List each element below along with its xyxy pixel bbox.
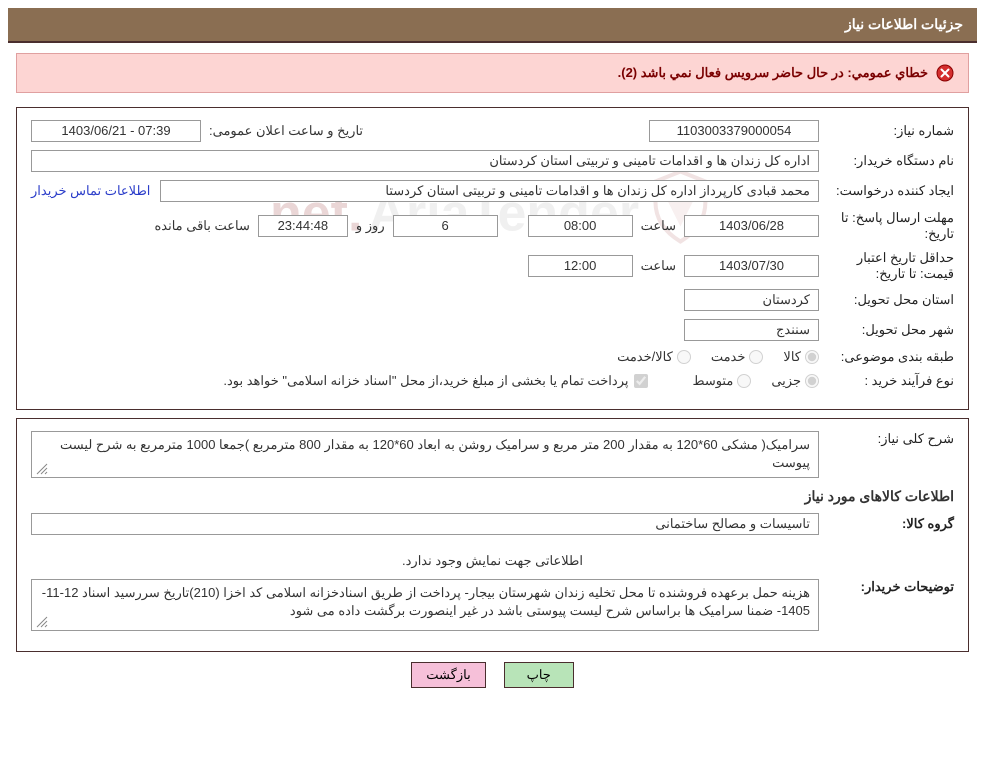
- category-goods-service-radio: [677, 350, 691, 364]
- print-button[interactable]: چاپ: [504, 662, 574, 688]
- row-category: طبقه بندی موضوعی: کالا خدمت کالا/خدمت: [31, 349, 954, 365]
- row-province: استان محل تحویل: کردستان: [31, 289, 954, 311]
- page-title: جزئیات اطلاعات نیاز: [845, 16, 963, 32]
- desc-label: شرح کلی نیاز:: [819, 431, 954, 447]
- time-label-2: ساعت: [633, 258, 684, 274]
- category-goods-radio: [805, 350, 819, 364]
- city-label: شهر محل تحویل:: [819, 322, 954, 338]
- row-requester: ایجاد کننده درخواست: محمد قبادی کارپرداز…: [31, 180, 954, 202]
- row-buyer-org: نام دستگاه خریدار: اداره کل زندان ها و ا…: [31, 150, 954, 172]
- buyer-contact-link[interactable]: اطلاعات تماس خریدار: [31, 183, 160, 199]
- province-label: استان محل تحویل:: [819, 292, 954, 308]
- treasury-checkbox: [634, 374, 648, 388]
- main-form-panel: AriaTender.net شماره نیاز: 1103003379000…: [16, 107, 969, 410]
- category-goods-service-label: کالا/خدمت: [617, 349, 673, 365]
- requester-field: محمد قبادی کارپرداز اداره کل زندان ها و …: [160, 180, 819, 202]
- process-small-label: جزیی: [771, 373, 801, 389]
- buyer-notes-text: هزینه حمل برعهده فروشنده تا محل تخلیه زن…: [42, 585, 810, 618]
- resize-handle-icon[interactable]: [34, 461, 48, 475]
- process-medium-label: متوسط: [692, 373, 733, 389]
- category-service-radio: [749, 350, 763, 364]
- countdown-field: 23:44:48: [258, 215, 348, 237]
- remaining-label: ساعت باقی مانده: [146, 218, 257, 234]
- empty-info-message: اطلاعاتی جهت نمایش وجود ندارد.: [31, 553, 954, 569]
- announce-datetime-field: 1403/06/21 - 07:39: [31, 120, 201, 142]
- province-field: کردستان: [684, 289, 819, 311]
- goods-group-field: تاسیسات و مصالح ساختمانی: [31, 513, 819, 535]
- category-goods-label: کالا: [783, 349, 801, 365]
- price-valid-date-field: 1403/07/30: [684, 255, 819, 277]
- price-valid-label: حداقل تاریخ اعتبار قیمت: تا تاریخ:: [819, 250, 954, 281]
- city-field: سنندج: [684, 319, 819, 341]
- treasury-note: پرداخت تمام یا بخشی از مبلغ خرید،از محل …: [223, 373, 634, 389]
- process-medium-radio: [737, 374, 751, 388]
- buyer-notes-label: توضیحات خریدار:: [819, 579, 954, 595]
- process-radio-group: جزیی متوسط: [678, 373, 819, 389]
- row-process: نوع فرآیند خرید : جزیی متوسط پرداخت تمام…: [31, 373, 954, 389]
- buyer-org-field: اداره کل زندان ها و اقدامات تامینی و ترب…: [31, 150, 819, 172]
- category-radio-group: کالا خدمت کالا/خدمت: [603, 349, 819, 365]
- days-field: 6: [393, 215, 498, 237]
- row-description: شرح کلی نیاز: سرامیک( مشکی 60*120 به مقد…: [31, 431, 954, 477]
- back-button[interactable]: بازگشت: [411, 662, 485, 688]
- requester-label: ایجاد کننده درخواست:: [819, 183, 954, 199]
- row-price-validity: حداقل تاریخ اعتبار قیمت: تا تاریخ: 1403/…: [31, 250, 954, 281]
- resize-handle-icon[interactable]: [34, 614, 48, 628]
- row-goods-group: گروه کالا: تاسیسات و مصالح ساختمانی: [31, 513, 954, 535]
- buyer-org-label: نام دستگاه خریدار:: [819, 153, 954, 169]
- button-bar: چاپ بازگشت: [8, 662, 977, 688]
- response-deadline-label: مهلت ارسال پاسخ: تا تاریخ:: [819, 210, 954, 242]
- process-label: نوع فرآیند خرید :: [819, 373, 954, 389]
- row-city: شهر محل تحویل: سنندج: [31, 319, 954, 341]
- buyer-notes-textarea[interactable]: هزینه حمل برعهده فروشنده تا محل تخلیه زن…: [31, 579, 819, 631]
- need-number-label: شماره نیاز:: [819, 123, 954, 139]
- need-number-field: 1103003379000054: [649, 120, 819, 142]
- goods-info-title: اطلاعات کالاهای مورد نیاز: [31, 488, 954, 505]
- error-icon: [936, 64, 954, 82]
- response-time-field: 08:00: [528, 215, 633, 237]
- category-label: طبقه بندی موضوعی:: [819, 349, 954, 365]
- error-message: خطاي عمومي: در حال حاضر سرويس فعال نمي ب…: [618, 65, 928, 81]
- announce-datetime-label: تاریخ و ساعت اعلان عمومی:: [201, 123, 371, 139]
- response-date-field: 1403/06/28: [684, 215, 819, 237]
- row-response-deadline: مهلت ارسال پاسخ: تا تاریخ: 1403/06/28 سا…: [31, 210, 954, 242]
- row-need-number: شماره نیاز: 1103003379000054 تاریخ و ساع…: [31, 120, 954, 142]
- price-valid-time-field: 12:00: [528, 255, 633, 277]
- page-header: جزئیات اطلاعات نیاز: [8, 8, 977, 43]
- process-small-radio: [805, 374, 819, 388]
- desc-textarea[interactable]: سرامیک( مشکی 60*120 به مقدار 200 متر مرب…: [31, 431, 819, 477]
- details-panel: شرح کلی نیاز: سرامیک( مشکی 60*120 به مقد…: [16, 418, 969, 651]
- category-service-label: خدمت: [711, 349, 746, 365]
- error-banner: خطاي عمومي: در حال حاضر سرويس فعال نمي ب…: [16, 53, 969, 93]
- goods-group-label: گروه کالا:: [819, 516, 954, 532]
- time-label-1: ساعت: [633, 218, 684, 234]
- row-buyer-notes: توضیحات خریدار: هزینه حمل برعهده فروشنده…: [31, 579, 954, 631]
- desc-text: سرامیک( مشکی 60*120 به مقدار 200 متر مرب…: [60, 437, 810, 470]
- days-and-label: روز و: [348, 218, 393, 234]
